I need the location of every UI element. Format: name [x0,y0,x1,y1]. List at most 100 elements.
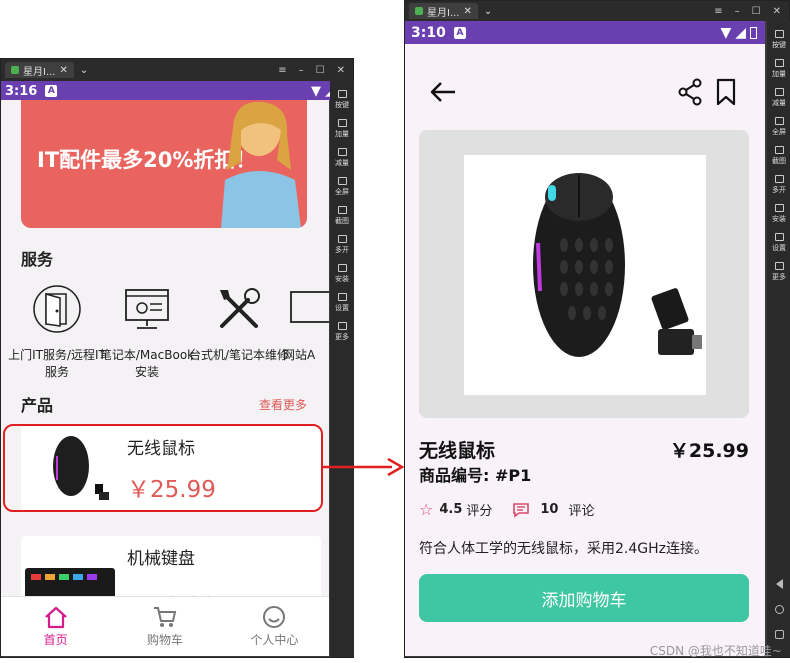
menu-icon[interactable]: ≡ [714,6,722,17]
more-icon [774,262,784,270]
service-item-onsite[interactable]: 上门IT服务/远程IT服务 [5,284,109,381]
gear-icon [337,293,347,301]
service-item-website[interactable]: 网站A [283,284,329,364]
product-image [464,155,706,395]
sidebar-item-more[interactable]: 更多 [335,322,349,342]
fullscreen-icon [774,117,784,125]
emulator-tabbar: 星月I... ✕ ⌄ ≡ – ☐ ✕ [1,59,353,81]
scissors-icon [337,206,347,214]
service-item-repair[interactable]: 台式机/笔记本维修 [187,284,291,364]
sidebar-item-multi[interactable]: 多开 [772,175,786,195]
close-icon[interactable]: ✕ [60,65,68,76]
sidebar-label: 加量 [772,70,786,78]
share-icon[interactable] [677,78,703,106]
scissors-icon [774,146,784,154]
gear-icon [774,233,784,241]
nav-profile[interactable]: 个人中心 [220,597,329,656]
highlight-box [3,424,323,512]
tab-title: 星月I... [427,7,460,19]
minimize-icon[interactable]: – [299,65,304,76]
product-detail-screen: 无线鼠标 ￥25.99 商品编号: #P1 ☆ 4.5 评分 10 评论 符合人… [405,44,765,656]
signal-icon: ◢ [735,25,746,41]
banner-person-image [221,101,301,228]
nav-home[interactable]: 首页 [1,597,110,656]
sidebar-item-volume-down[interactable]: 减量 [772,88,786,108]
emulator-tab[interactable]: 星月I... ✕ [409,3,478,19]
sidebar-item-fullscreen[interactable]: 全屏 [772,117,786,137]
product-name: 机械键盘 [127,549,195,569]
rating-label: 评分 [466,504,493,519]
service-label: 上门IT服务/远程IT服务 [8,348,106,379]
nav-label: 首页 [43,633,68,647]
product-name: 无线鼠标 [419,440,496,462]
close-window-icon[interactable]: ✕ [337,65,345,76]
volume-up-icon [774,59,784,67]
sidebar-item-keys[interactable]: 按键 [335,90,349,110]
sidebar-item-settings[interactable]: 设置 [772,233,786,253]
sidebar-item-install[interactable]: 安装 [772,204,786,224]
android-status-bar: 3:10 A ▼ ◢ [405,21,765,45]
status-time: 3:10 [411,25,446,41]
promo-banner[interactable]: IT配件最多20%折扣！ [21,100,307,228]
rating-row: ☆ 4.5 评分 10 评论 [419,500,595,519]
star-icon: ☆ [419,500,434,519]
nav-label: 购物车 [146,633,183,647]
install-icon [774,204,784,212]
service-item-laptop-install[interactable]: 笔记本/MacBook安装 [95,284,199,381]
chevron-down-icon[interactable]: ⌄ [484,6,492,17]
sidebar-label: 按键 [335,101,349,109]
door-icon [33,285,81,333]
volume-up-icon [337,119,347,127]
sidebar-label: 设置 [335,304,349,312]
maximize-icon[interactable]: ☐ [316,65,325,76]
nav-label: 个人中心 [250,633,299,647]
sidebar-label: 多开 [772,186,786,194]
sidebar-item-volume-down[interactable]: 减量 [335,148,349,168]
sidebar-label: 全屏 [335,188,349,196]
close-window-icon[interactable]: ✕ [773,6,781,17]
sidebar-label: 安装 [335,275,349,283]
sidebar-item-screenshot[interactable]: 截图 [772,146,786,166]
sidebar-item-screenshot[interactable]: 截图 [335,206,349,226]
sidebar-item-more[interactable]: 更多 [772,262,786,282]
add-to-cart-button[interactable]: 添加购物车 [419,574,749,622]
sidebar-label: 减量 [772,99,786,107]
rating-value: 4.5 [439,502,463,517]
service-label: 笔记本/MacBook安装 [99,348,195,379]
home-screen: IT配件最多20%折扣！ 服务 上门IT服务/远程IT服务 笔记本/MacBoo… [1,100,329,656]
monitor-gear-icon [125,289,169,329]
minimize-icon[interactable]: – [735,6,740,17]
smiley-icon [263,606,286,628]
multi-instance-icon [337,235,347,243]
product-code: 商品编号: #P1 [419,466,532,485]
service-label: 台式机/笔记本维修 [188,348,290,362]
sidebar-label: 更多 [335,333,349,341]
install-icon [337,264,347,272]
home-nav-icon[interactable] [774,605,784,614]
chevron-down-icon[interactable]: ⌄ [80,65,88,76]
nav-cart[interactable]: 购物车 [110,597,219,656]
sidebar-item-multi[interactable]: 多开 [335,235,349,255]
sidebar-label: 截图 [335,217,349,225]
recents-nav-icon[interactable] [774,630,784,639]
sidebar-item-settings[interactable]: 设置 [335,293,349,313]
sidebar-item-install[interactable]: 安装 [335,264,349,284]
product-image-container [419,130,749,418]
cart-icon [153,607,177,627]
bookmark-icon[interactable] [715,78,737,106]
close-icon[interactable]: ✕ [464,6,472,17]
sidebar-item-fullscreen[interactable]: 全屏 [335,177,349,197]
sidebar-item-volume-up[interactable]: 加量 [335,119,349,139]
view-more-link[interactable]: 查看更多 [259,396,307,413]
back-nav-icon[interactable] [775,579,783,589]
sidebar-item-keys[interactable]: 按键 [772,30,786,50]
emulator-tab[interactable]: 星月I... ✕ [5,62,74,78]
menu-icon[interactable]: ≡ [278,65,286,76]
sidebar-item-volume-up[interactable]: 加量 [772,59,786,79]
back-arrow-icon[interactable] [429,80,457,104]
services-title: 服务 [21,250,54,269]
status-time: 3:16 [5,83,38,99]
partial-icon [290,291,329,323]
volume-down-icon [337,148,347,156]
maximize-icon[interactable]: ☐ [752,6,761,17]
